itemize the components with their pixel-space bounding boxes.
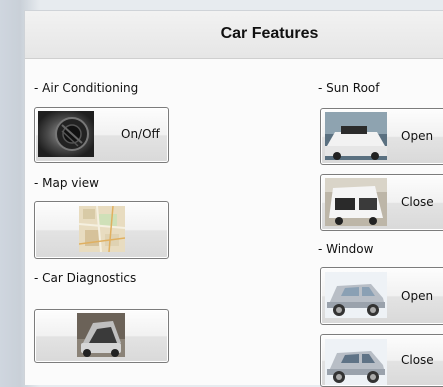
window-open-label: Open bbox=[401, 289, 434, 303]
window-open-button[interactable]: Open bbox=[320, 267, 443, 325]
sun-roof-open-icon bbox=[325, 112, 387, 160]
sun-roof-closed-icon bbox=[325, 178, 387, 226]
window-close-button[interactable]: Close bbox=[320, 334, 443, 387]
map-view-label: - Map view bbox=[34, 176, 99, 190]
car-diagnostics-label: - Car Diagnostics bbox=[34, 271, 137, 285]
window-open-icon bbox=[325, 272, 387, 318]
air-conditioning-toggle-button[interactable]: On/Off bbox=[34, 107, 169, 163]
map-view-button[interactable] bbox=[34, 201, 169, 259]
air-conditioning-button-label: On/Off bbox=[121, 127, 160, 141]
window-closed-icon bbox=[325, 339, 387, 385]
page-title: Car Features bbox=[220, 25, 319, 42]
car-features-panel: Car Features - Air Conditioning On/Off -… bbox=[24, 10, 443, 387]
title-bar: Car Features bbox=[25, 11, 443, 59]
map-icon bbox=[79, 206, 125, 252]
window-close-label: Close bbox=[401, 353, 434, 367]
sun-roof-close-label: Close bbox=[401, 195, 434, 209]
car-diagnostics-button[interactable] bbox=[34, 309, 169, 363]
sun-roof-open-label: Open bbox=[401, 129, 434, 143]
sun-roof-open-button[interactable]: Open bbox=[320, 108, 443, 165]
sun-roof-close-button[interactable]: Close bbox=[320, 174, 443, 231]
air-conditioning-label: - Air Conditioning bbox=[34, 81, 139, 95]
air-vent-icon bbox=[38, 111, 94, 157]
window-label: - Window bbox=[318, 242, 374, 256]
engine-hood-icon bbox=[77, 313, 125, 357]
sun-roof-label: - Sun Roof bbox=[318, 81, 380, 95]
